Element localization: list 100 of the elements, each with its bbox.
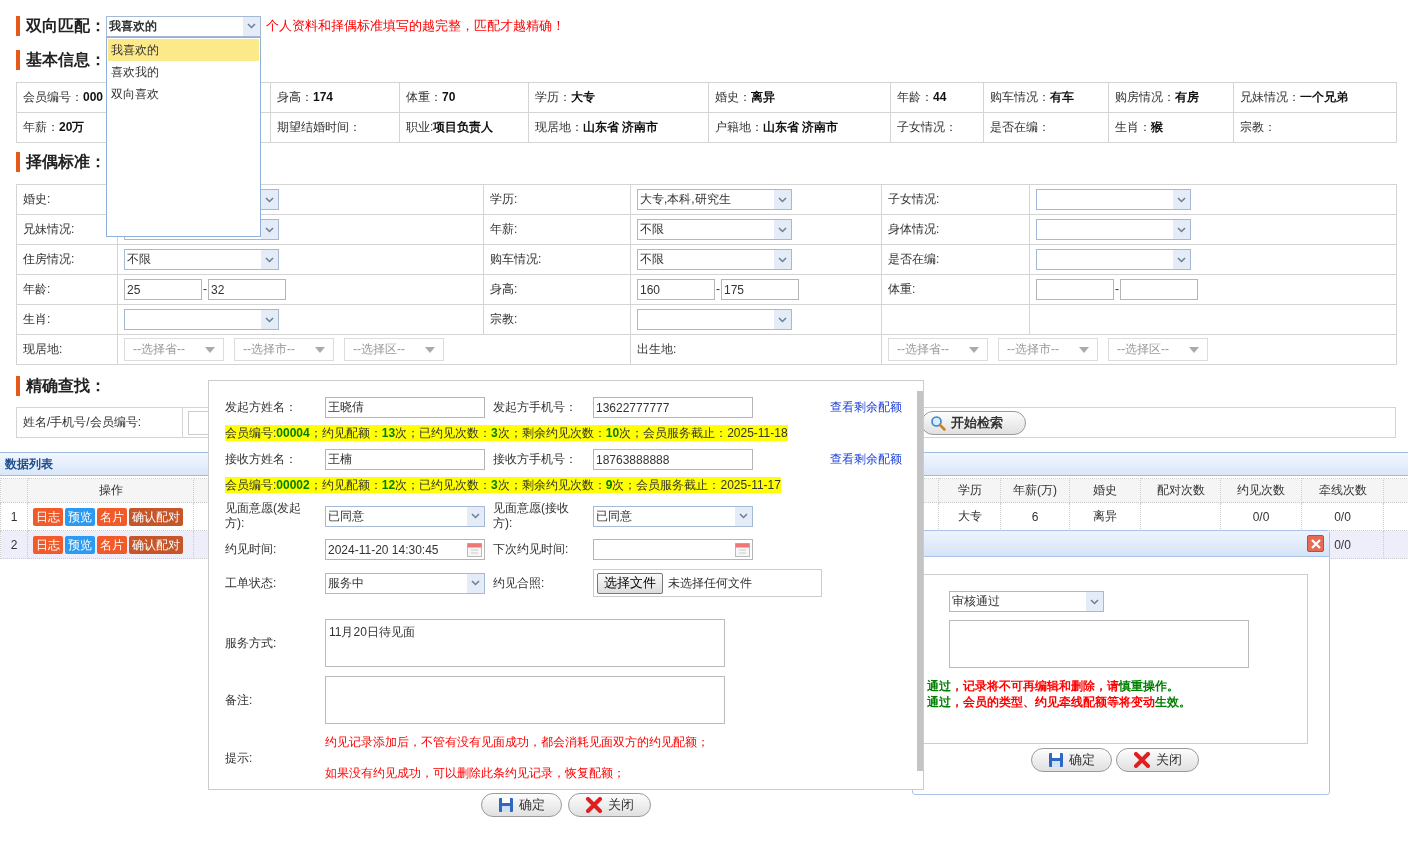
select-field[interactable] <box>124 309 279 330</box>
calendar-icon <box>735 542 750 557</box>
triangle-down-icon <box>1189 346 1199 353</box>
section-title: 精确查找： <box>16 376 106 396</box>
field-label: 姓名/手机号/会员编号: <box>23 414 141 431</box>
dropdown-option[interactable]: 我喜欢的 <box>108 39 259 61</box>
field-label: 约见合照: <box>493 574 546 592</box>
tip-text: 约见记录添加后，不管有没有见面成功，都会消耗见面双方的约见配额； <box>325 734 709 751</box>
input-field[interactable]: 王晓倩 <box>325 397 485 418</box>
close-button[interactable]: 关闭 <box>1116 748 1199 772</box>
chevron-icon <box>1177 256 1186 263</box>
field-label: 年薪: <box>490 222 518 236</box>
column-header: 婚史 <box>1093 483 1117 497</box>
input-field[interactable]: 175 <box>721 279 799 300</box>
search-icon <box>930 414 946 431</box>
table-cell: 0/0 <box>1252 509 1270 524</box>
dropdown-option[interactable]: 喜欢我的 <box>108 61 259 83</box>
select-field[interactable]: 大专,本科,研究生 <box>637 189 792 210</box>
column-header: 学历 <box>957 483 982 497</box>
info-text: 兄妹情况：一个兄弟 <box>1240 90 1348 104</box>
cross-icon <box>1133 752 1151 768</box>
action-button[interactable]: 确认配对 <box>129 507 183 526</box>
chevron-icon <box>247 23 256 29</box>
quota-info: 会员编号:00004；约见配额：13次；已约见次数：3次；剩余约见次数：10次；会员服务截止：2025-11-18 <box>225 425 788 441</box>
field-label: 约见时间: <box>225 541 278 558</box>
info-text: 现居地：山东省 济南市 <box>535 120 659 134</box>
text-area[interactable]: 11月20日待见面 <box>325 619 725 667</box>
calendar-icon <box>467 542 482 557</box>
triangle-down-icon <box>1079 346 1089 353</box>
close-button[interactable]: 关闭 <box>568 793 651 817</box>
quota-link[interactable]: 查看剩余配额 <box>830 451 902 468</box>
input-field[interactable]: 160 <box>637 279 715 300</box>
select-field[interactable]: 不限 <box>637 249 792 270</box>
chevron-icon <box>778 226 787 233</box>
info-text: 年龄：44 <box>897 90 947 104</box>
table-cell: 6 <box>1031 509 1039 524</box>
column-header: 操作 <box>98 483 123 497</box>
dropdown-option[interactable]: 双向喜欢 <box>108 83 259 105</box>
text-area[interactable] <box>949 620 1249 668</box>
info-text: 学历：大专 <box>535 90 595 104</box>
field-label: 年龄: <box>23 282 51 296</box>
info-text: 婚史：离异 <box>715 90 775 104</box>
field-label: 现居地: <box>23 342 63 356</box>
select-field[interactable]: 不限 <box>637 219 792 240</box>
field-label: 是否在编: <box>888 252 940 266</box>
confirm-button[interactable]: 确定 <box>481 793 562 817</box>
info-text: 子女情况： <box>897 120 957 134</box>
field-label: 见面意愿(接收方): <box>493 501 570 531</box>
chevron-icon <box>739 513 748 519</box>
date-field[interactable]: 2024-11-20 14:30:45 <box>325 539 485 560</box>
date-field[interactable] <box>593 539 753 560</box>
chevron-icon <box>1177 226 1186 233</box>
action-button[interactable]: 确认配对 <box>129 535 183 554</box>
field-label: 住房情况: <box>23 252 75 266</box>
info-text: 体重：70 <box>406 90 456 104</box>
field-label: 兄妹情况: <box>23 222 75 236</box>
choose-file-button[interactable]: 选择文件 <box>597 572 663 594</box>
select-field[interactable]: 已同意 <box>325 505 485 527</box>
input-field[interactable]: 王楠 <box>325 449 485 470</box>
select-field[interactable] <box>637 309 792 330</box>
input-field[interactable]: 18763888888 <box>593 449 753 470</box>
quota-link[interactable]: 查看剩余配额 <box>830 399 902 416</box>
input-field[interactable] <box>1036 279 1114 300</box>
select-field[interactable] <box>1036 249 1191 270</box>
column-header: 牵线次数 <box>1318 483 1367 497</box>
chevron-icon <box>778 316 787 323</box>
close-icon <box>1310 538 1321 549</box>
triangle-down-icon <box>969 346 979 353</box>
field-label: 发起方姓名： <box>225 399 298 416</box>
field-label: 发起方手机号： <box>493 399 578 416</box>
select-field[interactable]: 我喜欢的 <box>106 15 261 37</box>
tip-text: 如果没有约见成功，可以删除此条约见记录，恢复配额； <box>325 765 626 782</box>
text-area[interactable] <box>325 676 725 724</box>
select-field[interactable] <box>1036 219 1191 240</box>
chevron-icon <box>265 196 274 203</box>
select-field[interactable]: 服务中 <box>325 572 485 594</box>
quota-info: 会员编号:00002；约见配额：12次；已约见次数：3次；剩余约见次数：9次；会员服务截止：2025-11-17 <box>225 477 781 493</box>
note-text: 通过，记录将不可再编辑和删除，请慎重操作。 <box>927 678 1180 694</box>
field-label: 提示: <box>225 749 254 767</box>
chevron-icon <box>1090 598 1099 605</box>
close-button[interactable] <box>1307 535 1324 552</box>
search-button[interactable]: 开始检索 <box>921 410 1026 435</box>
field-label: 工单状态: <box>225 574 278 592</box>
field-label: 宗教: <box>490 312 518 326</box>
field-label: 出生地: <box>637 342 677 356</box>
input-field[interactable]: 25 <box>124 279 202 300</box>
select-field[interactable] <box>1036 189 1191 210</box>
input-field[interactable] <box>1120 279 1198 300</box>
chevron-icon <box>1177 196 1186 203</box>
input-field[interactable]: 32 <box>208 279 286 300</box>
select-field[interactable]: 已同意 <box>593 505 753 527</box>
floppy-icon <box>1048 752 1064 768</box>
file-picker[interactable]: 选择文件 未选择任何文件 <box>593 569 822 597</box>
chevron-icon <box>471 513 480 519</box>
select-field[interactable]: 审核通过 <box>949 591 1104 612</box>
confirm-button[interactable]: 确定 <box>1031 748 1112 772</box>
input-field[interactable]: 13622777777 <box>593 397 753 418</box>
column-header: 年薪(万) <box>1013 483 1057 497</box>
select-field[interactable]: 不限 <box>124 249 279 270</box>
triangle-down-icon <box>315 346 325 353</box>
